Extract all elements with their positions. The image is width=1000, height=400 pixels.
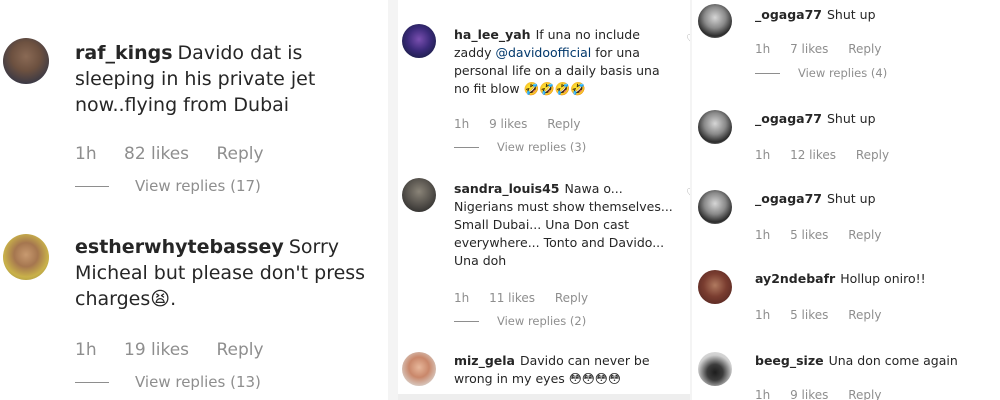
comment-time: 1h (755, 388, 771, 400)
screenshot-edge (398, 394, 690, 400)
comment-meta: 1h 9 likes Reply (755, 388, 897, 400)
avatar[interactable] (402, 352, 436, 386)
comment-time: 1h (454, 117, 470, 131)
comments-panel-left: raf_kings Davido dat is sleeping in his p… (0, 0, 388, 400)
comment-time: 1h (755, 148, 771, 162)
comment-time: 1h (75, 340, 97, 360)
reply-button[interactable]: Reply (848, 42, 881, 56)
comment-username[interactable]: miz_gela (454, 353, 515, 368)
comment-username[interactable]: sandra_louis45 (454, 181, 559, 196)
view-replies-button[interactable]: View replies (13) (75, 373, 261, 391)
comment-meta: 1h 7 likes Reply (755, 42, 897, 56)
avatar[interactable] (3, 234, 49, 280)
avatar[interactable] (3, 38, 49, 84)
replies-divider (454, 147, 479, 148)
view-replies-label: View replies (4) (798, 66, 888, 80)
panel-divider (388, 0, 398, 400)
replies-divider (75, 382, 109, 383)
reply-button[interactable]: Reply (216, 340, 263, 360)
comment-meta: 1h 5 likes Reply (755, 228, 897, 242)
view-replies-button[interactable]: View replies (2) (454, 314, 586, 328)
comment-meta: 1h 19 likes Reply (75, 340, 286, 360)
view-replies-button[interactable]: View replies (4) (755, 66, 887, 80)
comment-body: _ogaga77 Shut up (755, 110, 995, 128)
comment-text: Shut up (827, 111, 876, 126)
comment-body: _ogaga77 Shut up (755, 6, 995, 24)
comment-likes[interactable]: 82 likes (124, 144, 189, 164)
comment-meta: 1h 12 likes Reply (755, 148, 905, 162)
comment-body: beeg_size Una don come again (755, 352, 995, 370)
avatar[interactable] (698, 190, 732, 224)
comment-likes[interactable]: 9 likes (489, 117, 527, 131)
comment-username[interactable]: _ogaga77 (755, 7, 822, 22)
comment-meta: 1h 9 likes Reply (454, 117, 596, 131)
comment-likes[interactable]: 7 likes (790, 42, 828, 56)
comment-time: 1h (755, 228, 771, 242)
comment-body: miz_gela Davido can never be wrong in my … (454, 352, 676, 388)
avatar[interactable] (698, 352, 732, 386)
view-replies-button[interactable]: View replies (17) (75, 177, 261, 195)
reply-button[interactable]: Reply (216, 144, 263, 164)
view-replies-label: View replies (2) (497, 314, 587, 328)
comments-panel-right: _ogaga77 Shut up 1h 7 likes Reply View re… (692, 0, 1000, 400)
avatar[interactable] (402, 24, 436, 58)
comment-time: 1h (75, 144, 97, 164)
comment-username[interactable]: _ogaga77 (755, 191, 822, 206)
comments-panel-middle: ha_lee_yah If una no include zaddy @david… (398, 0, 690, 400)
comment-username[interactable]: ay2ndebafr (755, 271, 835, 286)
comment-username[interactable]: estherwhytebassey (75, 236, 284, 258)
reply-button[interactable]: Reply (856, 148, 889, 162)
comment-body: _ogaga77 Shut up (755, 190, 995, 208)
avatar[interactable] (402, 178, 436, 212)
comment-text: Hollup oniro!! (840, 271, 926, 286)
comment-meta: 1h 5 likes Reply (755, 308, 897, 322)
comment-meta: 1h 82 likes Reply (75, 144, 286, 164)
comment-likes[interactable]: 5 likes (790, 228, 828, 242)
comment-time: 1h (755, 42, 771, 56)
replies-divider (755, 73, 780, 74)
comment-text: Shut up (827, 7, 876, 22)
view-replies-label: View replies (13) (135, 373, 261, 391)
comment-likes[interactable]: 5 likes (790, 308, 828, 322)
comment-likes[interactable]: 9 likes (790, 388, 828, 400)
view-replies-label: View replies (17) (135, 177, 261, 195)
view-replies-label: View replies (3) (497, 140, 587, 154)
comment-likes[interactable]: 19 likes (124, 340, 189, 360)
comment-username[interactable]: _ogaga77 (755, 111, 822, 126)
comment-body: ay2ndebafr Hollup oniro!! (755, 270, 995, 288)
comment-likes[interactable]: 12 likes (790, 148, 836, 162)
comment-username[interactable]: beeg_size (755, 353, 824, 368)
view-replies-button[interactable]: View replies (3) (454, 140, 586, 154)
replies-divider (454, 321, 479, 322)
comment-body: raf_kings Davido dat is sleeping in his p… (75, 40, 380, 118)
reply-button[interactable]: Reply (848, 308, 881, 322)
reply-button[interactable]: Reply (848, 388, 881, 400)
avatar[interactable] (698, 270, 732, 304)
comment-text: Shut up (827, 191, 876, 206)
comment-username[interactable]: raf_kings (75, 42, 173, 64)
reply-button[interactable]: Reply (555, 291, 588, 305)
comment-body: estherwhytebassey Sorry Micheal but pleas… (75, 234, 380, 312)
comment-time: 1h (755, 308, 771, 322)
comment-body: ha_lee_yah If una no include zaddy @david… (454, 26, 676, 98)
comment-text: Una don come again (828, 353, 958, 368)
reply-button[interactable]: Reply (547, 117, 580, 131)
avatar[interactable] (698, 4, 732, 38)
comment-meta: 1h 11 likes Reply (454, 291, 604, 305)
mention-link[interactable]: @davidoofficial (495, 45, 591, 60)
comment-time: 1h (454, 291, 470, 305)
avatar[interactable] (698, 110, 732, 144)
comment-username[interactable]: ha_lee_yah (454, 27, 531, 42)
reply-button[interactable]: Reply (848, 228, 881, 242)
replies-divider (75, 186, 109, 187)
comment-likes[interactable]: 11 likes (489, 291, 535, 305)
comment-body: sandra_louis45 Nawa o... Nigerians must s… (454, 180, 676, 270)
